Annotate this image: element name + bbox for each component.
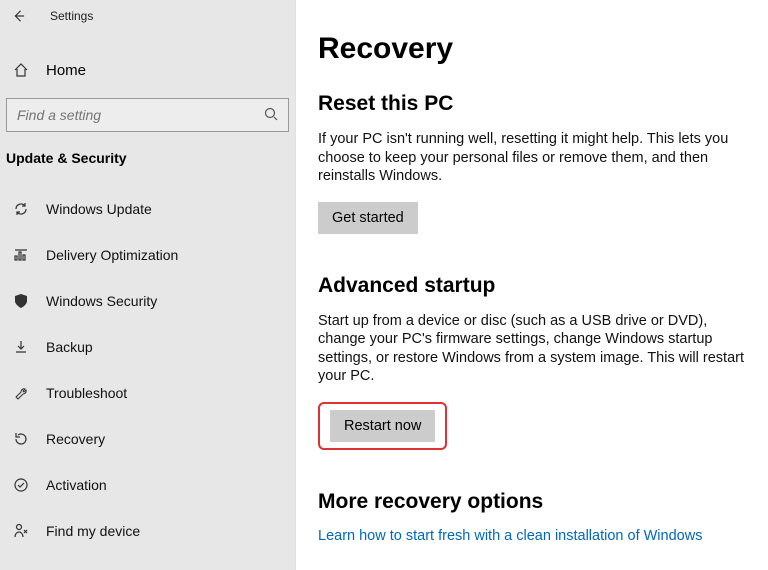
- reset-text: If your PC isn't running well, resetting…: [318, 130, 746, 186]
- troubleshoot-icon: [12, 384, 30, 402]
- restart-now-callout: Restart now: [318, 402, 447, 450]
- restart-now-button[interactable]: Restart now: [330, 410, 435, 442]
- sidebar: Settings Home Update & Security Windows …: [0, 0, 296, 570]
- titlebar: Settings: [0, 0, 295, 28]
- sync-icon: [12, 200, 30, 218]
- search-icon: [263, 106, 279, 122]
- window-title: Settings: [50, 9, 93, 23]
- sidebar-item-find-my-device[interactable]: Find my device: [0, 508, 295, 554]
- back-button[interactable]: [8, 9, 28, 23]
- sidebar-item-activation[interactable]: Activation: [0, 462, 295, 508]
- sidebar-item-label: Windows Security: [46, 293, 157, 309]
- home-icon: [12, 62, 30, 78]
- recovery-icon: [12, 430, 30, 448]
- section-reset-pc: Reset this PC If your PC isn't running w…: [318, 92, 746, 234]
- search-input[interactable]: [6, 98, 289, 132]
- page-title: Recovery: [318, 32, 746, 66]
- get-started-button[interactable]: Get started: [318, 202, 418, 234]
- sidebar-item-label: Backup: [46, 339, 93, 355]
- sidebar-item-windows-security[interactable]: Windows Security: [0, 278, 295, 324]
- sidebar-nav-list: Windows Update Delivery Optimization Win…: [0, 186, 295, 554]
- sidebar-item-label: Windows Update: [46, 201, 152, 217]
- main-content: Recovery Reset this PC If your PC isn't …: [296, 0, 768, 570]
- sidebar-item-label: Activation: [46, 477, 107, 493]
- sidebar-item-recovery[interactable]: Recovery: [0, 416, 295, 462]
- sidebar-item-label: Recovery: [46, 431, 105, 447]
- section-more-recovery: More recovery options Learn how to start…: [318, 490, 746, 544]
- sidebar-item-home[interactable]: Home: [0, 48, 295, 92]
- sidebar-item-windows-update[interactable]: Windows Update: [0, 186, 295, 232]
- sidebar-item-delivery-optimization[interactable]: Delivery Optimization: [0, 232, 295, 278]
- more-heading: More recovery options: [318, 490, 746, 514]
- sidebar-item-troubleshoot[interactable]: Troubleshoot: [0, 370, 295, 416]
- sidebar-item-label: Delivery Optimization: [46, 247, 178, 263]
- sidebar-item-label: Find my device: [46, 523, 140, 539]
- reset-heading: Reset this PC: [318, 92, 746, 116]
- advanced-text: Start up from a device or disc (such as …: [318, 312, 746, 386]
- shield-icon: [12, 292, 30, 310]
- sidebar-item-backup[interactable]: Backup: [0, 324, 295, 370]
- sidebar-item-label: Troubleshoot: [46, 385, 127, 401]
- findmydevice-icon: [12, 522, 30, 540]
- arrow-left-icon: [11, 9, 25, 23]
- section-advanced-startup: Advanced startup Start up from a device …: [318, 274, 746, 450]
- home-label: Home: [46, 62, 86, 79]
- optimize-icon: [12, 246, 30, 264]
- start-fresh-link[interactable]: Learn how to start fresh with a clean in…: [318, 528, 746, 544]
- search-wrap: [0, 98, 295, 132]
- backup-icon: [12, 338, 30, 356]
- advanced-heading: Advanced startup: [318, 274, 746, 298]
- activation-icon: [12, 476, 30, 494]
- sidebar-section-label: Update & Security: [0, 132, 295, 176]
